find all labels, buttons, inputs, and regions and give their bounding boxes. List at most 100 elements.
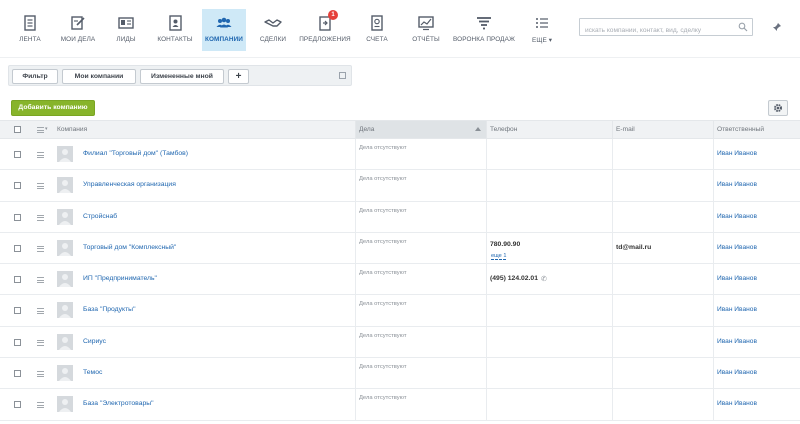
search-input[interactable]	[580, 22, 730, 39]
row-checkbox[interactable]	[14, 276, 21, 284]
row-menu-icon[interactable]	[37, 152, 44, 160]
nav-leads[interactable]: ЛИДЫ	[106, 9, 146, 51]
table-row[interactable]: Стройснаб Дела отсутствуют Иван Иванов	[0, 201, 800, 233]
header-phone[interactable]: Телефон	[490, 121, 517, 138]
row-checkbox[interactable]	[14, 370, 21, 378]
table-row[interactable]: Управленческая организация Дела отсутству…	[0, 170, 800, 202]
table-row[interactable]: База "Продукты" Дела отсутствуют Иван Иван…	[0, 295, 800, 327]
chevron-down-icon[interactable]: ▾	[45, 126, 48, 132]
column-menu-icon[interactable]	[37, 127, 44, 135]
nav-label: ОТЧЁТЫ	[412, 36, 440, 43]
responsible-link[interactable]: Иван Иванов	[717, 275, 757, 282]
row-checkbox[interactable]	[14, 338, 21, 346]
company-avatar	[57, 302, 73, 319]
responsible-link[interactable]: Иван Иванов	[717, 213, 757, 220]
company-name-link[interactable]: ИП "Предприниматель"	[83, 275, 157, 282]
add-company-button[interactable]: Добавить компанию	[11, 100, 95, 116]
row-menu-icon[interactable]	[37, 339, 44, 348]
deals-status: Дела отсутствуют	[359, 207, 407, 214]
search-icon[interactable]	[738, 22, 748, 32]
table-row[interactable]: Сириус Дела отсутствуют Иван Иванов	[0, 326, 800, 359]
responsible-link[interactable]: Иван Иванов	[717, 181, 757, 188]
header-responsible[interactable]: Ответственный	[717, 121, 764, 138]
row-menu-icon[interactable]	[37, 245, 44, 254]
responsible-link[interactable]: Иван Иванов	[717, 400, 757, 407]
column-divider	[713, 389, 714, 421]
responsible-link[interactable]: Иван Иванов	[717, 150, 757, 157]
table-row[interactable]: Темос Дела отсутствуют Иван Иванов	[0, 358, 800, 390]
leads-icon	[118, 17, 134, 29]
row-checkbox[interactable]	[14, 244, 21, 252]
nav-feed[interactable]: ЛЕНТА	[8, 9, 52, 51]
email-value[interactable]: td@mail.ru	[616, 244, 651, 251]
column-divider	[713, 295, 714, 327]
nav-funnel[interactable]: ВОРОНКА ПРОДАЖ	[452, 9, 516, 51]
nav-more[interactable]: ЕЩЕ ▾	[524, 9, 560, 51]
table-row[interactable]: Филиал "Торговый дом" (Тамбов) Дела отсут…	[0, 139, 800, 171]
table-row[interactable]: База "Электротовары" Дела отсутствуют Иван…	[0, 389, 800, 421]
company-avatar	[57, 396, 73, 413]
column-divider	[355, 264, 356, 296]
company-name-link[interactable]: Филиал "Торговый дом" (Тамбов)	[83, 150, 188, 157]
nav-contacts[interactable]: КОНТАКТЫ	[153, 9, 197, 51]
nav-invoices[interactable]: СЧЕТА	[360, 9, 394, 51]
column-divider	[612, 232, 613, 264]
company-name-link[interactable]: Стройснаб	[83, 213, 117, 220]
row-menu-icon[interactable]	[37, 183, 44, 191]
table-row[interactable]: Торговый дом "Комплексный" Дела отсутству…	[0, 232, 800, 265]
deals-status: Дела отсутствуют	[359, 301, 407, 308]
grid-settings-button[interactable]	[768, 100, 788, 116]
call-icon[interactable]: ✆	[541, 275, 547, 283]
filter-button[interactable]: Фильтр	[12, 69, 58, 84]
nav-deals[interactable]: СДЕЛКИ	[253, 9, 293, 51]
company-name-link[interactable]: База "Продукты"	[83, 306, 135, 313]
row-checkbox[interactable]	[14, 151, 21, 158]
row-menu-icon[interactable]	[37, 277, 44, 285]
select-all-checkbox[interactable]	[14, 126, 21, 133]
row-checkbox[interactable]	[14, 182, 21, 190]
company-placeholder-icon	[57, 146, 73, 162]
row-checkbox[interactable]	[14, 307, 21, 315]
my-companies-button[interactable]: Мои компании	[62, 69, 136, 84]
add-filter-button[interactable]: +	[228, 69, 249, 84]
responsible-link[interactable]: Иван Иванов	[717, 306, 757, 313]
company-name-link[interactable]: Торговый дом "Комплексный"	[83, 244, 176, 251]
nav-reports[interactable]: ОТЧЁТЫ	[406, 9, 446, 51]
pin-icon[interactable]	[772, 22, 782, 32]
header-deals[interactable]: Дела	[356, 121, 486, 138]
phone-value[interactable]: 780.90.90	[490, 241, 520, 248]
company-name-link[interactable]: База "Электротовары"	[83, 400, 154, 407]
row-menu-icon[interactable]	[37, 308, 44, 316]
phone-value[interactable]: (495) 124.02.01	[490, 275, 538, 282]
maximize-icon[interactable]	[339, 72, 346, 79]
phone-more-link[interactable]: еще 1	[491, 253, 507, 260]
list-icon	[536, 18, 548, 28]
company-avatar	[57, 333, 73, 350]
header-company[interactable]: Компания	[57, 121, 87, 138]
column-divider	[355, 139, 356, 170]
header-email[interactable]: E-mail	[616, 121, 635, 138]
column-divider	[486, 358, 487, 390]
row-menu-icon[interactable]	[37, 214, 44, 223]
nav-quotes[interactable]: 1 ПРЕДЛОЖЕНИЯ	[298, 9, 352, 51]
changed-by-me-button[interactable]: Измененные мной	[140, 69, 224, 84]
company-avatar	[57, 239, 73, 256]
responsible-link[interactable]: Иван Иванов	[717, 369, 757, 376]
responsible-link[interactable]: Иван Иванов	[717, 244, 757, 251]
company-name-link[interactable]: Сириус	[83, 338, 106, 345]
column-divider	[713, 232, 714, 264]
nav-label: ЛИДЫ	[116, 36, 136, 43]
row-checkbox[interactable]	[14, 401, 21, 409]
companies-icon	[216, 17, 232, 28]
row-menu-icon[interactable]	[37, 402, 44, 410]
company-name-link[interactable]: Темос	[83, 369, 102, 376]
nav-tasks[interactable]: МОИ ДЕЛА	[56, 9, 100, 51]
table-row[interactable]: ИП "Предприниматель" Дела отсутствуют (495…	[0, 264, 800, 296]
company-avatar	[57, 365, 73, 382]
nav-companies[interactable]: КОМПАНИИ	[202, 9, 246, 51]
row-checkbox[interactable]	[14, 213, 21, 221]
nav-label: КОМПАНИИ	[204, 36, 243, 43]
responsible-link[interactable]: Иван Иванов	[717, 338, 757, 345]
row-menu-icon[interactable]	[37, 371, 44, 379]
company-name-link[interactable]: Управленческая организация	[83, 181, 176, 188]
